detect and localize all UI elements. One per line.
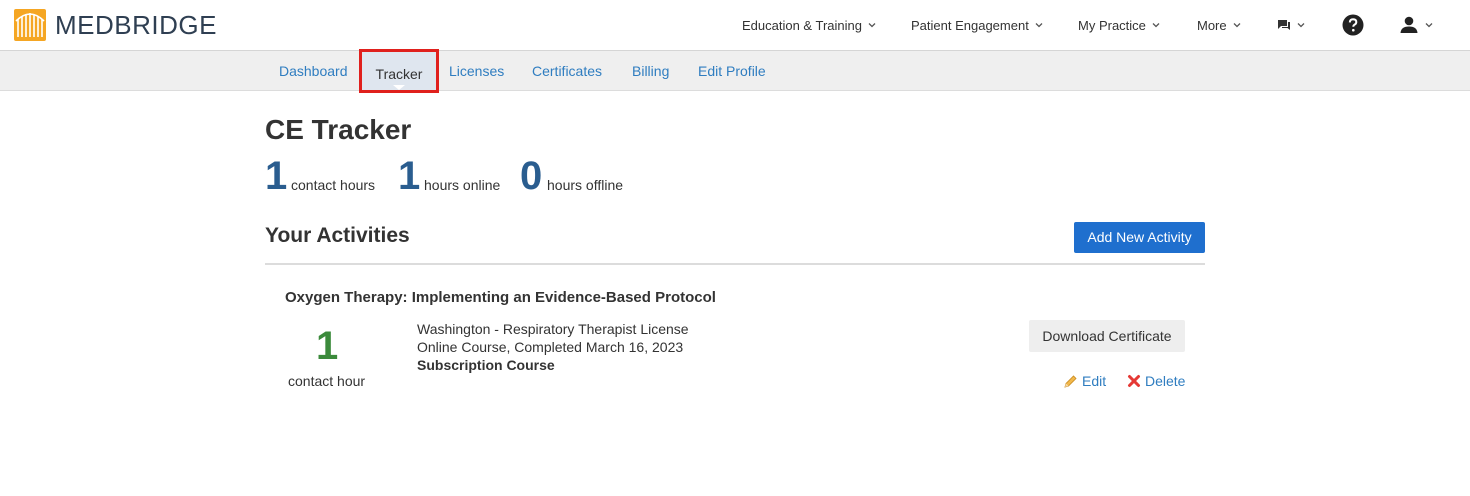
nav-user-menu[interactable] <box>1399 0 1433 50</box>
section-divider <box>265 263 1205 265</box>
activity-license: Washington - Respiratory Therapist Licen… <box>417 321 689 337</box>
brand-logo[interactable]: MEDBRIDGE <box>14 9 217 41</box>
activity-title: Oxygen Therapy: Implementing an Evidence… <box>285 289 716 306</box>
stat-contact-hours-label: contact hours <box>291 177 376 193</box>
nav-messages[interactable] <box>1277 0 1305 50</box>
stat-hours-offline-label: hours offline <box>547 177 624 193</box>
chevron-down-icon <box>1035 23 1043 28</box>
stat-hours-online-label: hours online <box>424 177 501 193</box>
chevron-down-icon <box>868 23 876 28</box>
nav-patient-label: Patient Engagement <box>911 17 1029 33</box>
activity-hours-value: 1 <box>316 324 339 368</box>
brand-name: MEDBRIDGE <box>55 10 217 40</box>
stat-hours-offline-value: 0 <box>520 154 543 198</box>
active-tab-caret <box>393 85 405 90</box>
add-new-activity-button[interactable]: Add New Activity <box>1074 222 1205 253</box>
delete-activity-link[interactable]: Delete <box>1127 372 1185 390</box>
chevron-down-icon <box>1425 23 1433 28</box>
stat-contact-hours-value: 1 <box>265 154 288 198</box>
edit-label: Edit <box>1082 373 1107 389</box>
download-certificate-button[interactable]: Download Certificate <box>1029 320 1185 352</box>
tab-dashboard[interactable]: Dashboard <box>279 51 348 91</box>
top-header: MEDBRIDGE Education & Training Patient E… <box>0 0 1470 50</box>
nav-my-practice[interactable]: My Practice <box>1078 0 1160 50</box>
tab-licenses[interactable]: Licenses <box>449 51 504 91</box>
user-icon <box>1400 16 1418 33</box>
delete-label: Delete <box>1145 373 1186 389</box>
nav-more-label: More <box>1197 17 1227 33</box>
tab-edit-profile[interactable]: Edit Profile <box>698 51 766 91</box>
edit-activity-link[interactable]: Edit <box>1063 372 1106 390</box>
nav-practice-label: My Practice <box>1078 17 1146 33</box>
nav-more[interactable]: More <box>1197 0 1241 50</box>
sub-navigation: Dashboard Tracker Licenses Certificates … <box>0 49 1470 93</box>
activity-status: Online Course, Completed March 16, 2023 <box>417 339 684 355</box>
nav-patient-engagement[interactable]: Patient Engagement <box>911 0 1043 50</box>
delete-x-icon <box>1128 375 1140 387</box>
pencil-icon <box>1064 374 1077 388</box>
tab-billing[interactable]: Billing <box>632 51 669 91</box>
tab-certificates[interactable]: Certificates <box>532 51 602 91</box>
activity-hours-unit: contact hour <box>288 373 366 389</box>
page-title: CE Tracker <box>265 114 412 145</box>
nav-education-training[interactable]: Education & Training <box>742 0 876 50</box>
activity-type: Subscription Course <box>417 357 555 373</box>
nav-help[interactable] <box>1342 0 1364 50</box>
activities-heading: Your Activities <box>265 224 410 247</box>
medbridge-logo-icon <box>14 9 46 41</box>
chevron-down-icon <box>1152 23 1160 28</box>
chevron-down-icon <box>1297 23 1305 28</box>
nav-education-label: Education & Training <box>742 17 862 33</box>
chevron-down-icon <box>1233 23 1241 28</box>
stat-hours-online-value: 1 <box>398 154 421 198</box>
chat-icon <box>1278 20 1290 30</box>
help-icon <box>1342 14 1364 36</box>
